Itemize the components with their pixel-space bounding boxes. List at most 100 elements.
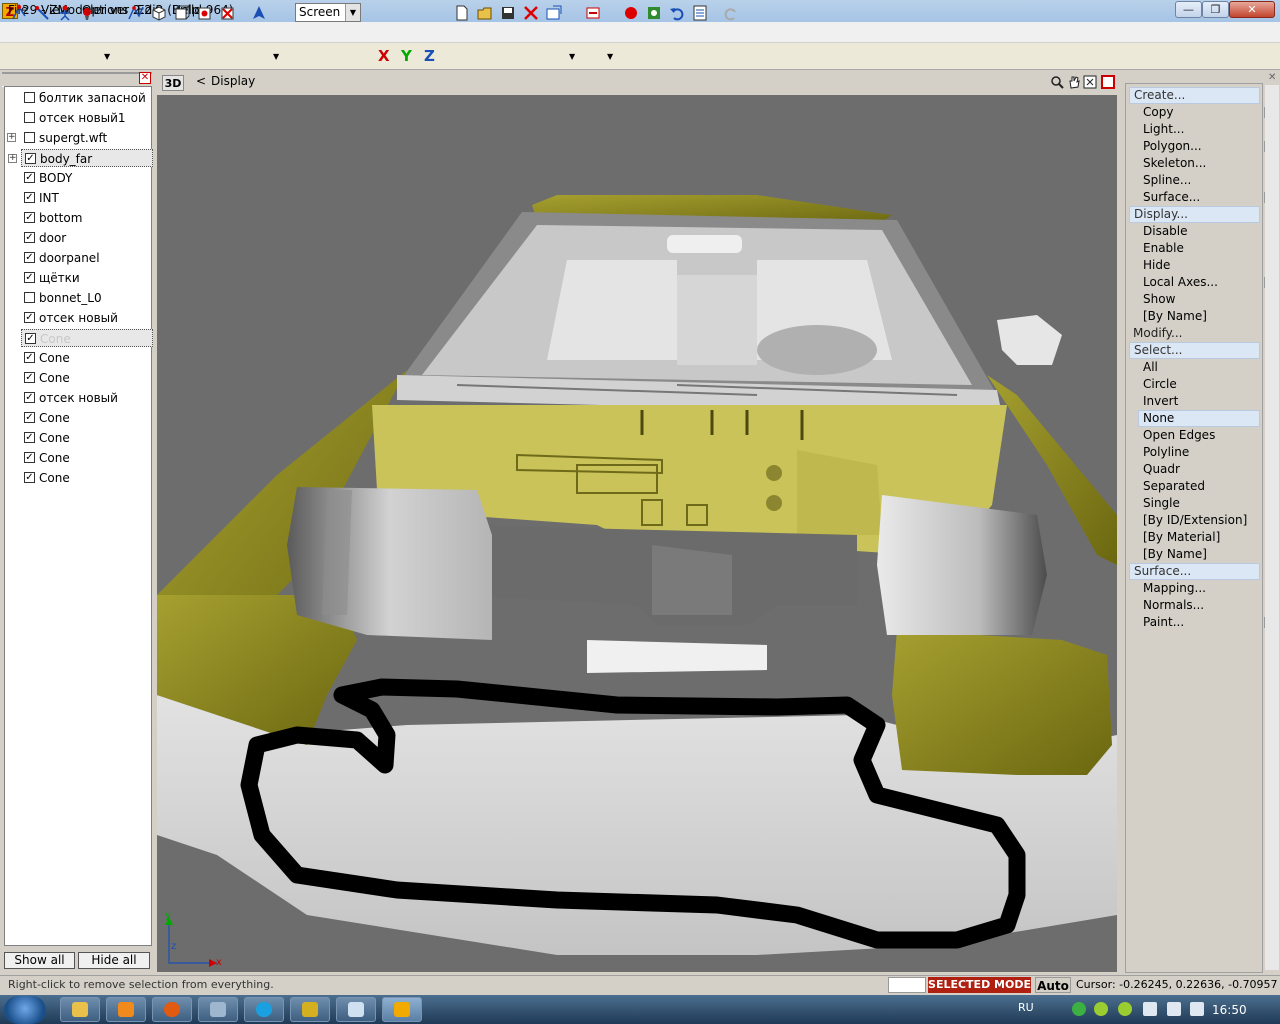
view-mode-button[interactable]: 3D xyxy=(162,75,184,91)
close-window-button[interactable]: ✕ xyxy=(1229,1,1275,18)
command-item[interactable]: Surface... xyxy=(1126,189,1279,206)
dropdown-arrow-icon[interactable]: ▼ xyxy=(607,52,613,61)
tree-item[interactable]: ✓ отсек новый xyxy=(5,389,151,407)
visibility-checkbox[interactable] xyxy=(24,112,35,123)
command-item[interactable]: All xyxy=(1126,359,1279,376)
redo-icon[interactable] xyxy=(722,4,740,22)
properties-icon[interactable] xyxy=(691,4,709,22)
tree-item[interactable]: ✓ door xyxy=(5,229,151,247)
undo-icon[interactable] xyxy=(668,4,686,22)
command-item[interactable]: Open Edges xyxy=(1126,427,1279,444)
command-item[interactable]: Disable xyxy=(1126,223,1279,240)
command-item[interactable]: Normals... xyxy=(1126,597,1279,614)
start-button[interactable] xyxy=(4,996,46,1024)
command-item-selected[interactable]: None xyxy=(1138,410,1260,427)
vertical-scrollbar[interactable] xyxy=(1265,85,1279,970)
tree-item[interactable]: bonnet_L0 xyxy=(5,289,151,307)
visibility-checkbox[interactable]: ✓ xyxy=(24,352,35,363)
visibility-checkbox[interactable]: ✓ xyxy=(24,312,35,323)
taskbar-app[interactable] xyxy=(198,997,238,1022)
command-item[interactable]: Single xyxy=(1126,495,1279,512)
visibility-checkbox[interactable]: ✓ xyxy=(24,432,35,443)
material-editor-icon[interactable] xyxy=(645,4,663,22)
command-group-surface[interactable]: Surface... xyxy=(1129,563,1260,580)
command-item[interactable]: Skeleton... xyxy=(1126,155,1279,172)
tree-item[interactable]: ✓ Cone xyxy=(5,469,151,487)
visibility-checkbox[interactable] xyxy=(24,292,35,303)
close-icon[interactable]: ✕ xyxy=(139,72,151,84)
auto-toggle[interactable]: Auto xyxy=(1035,977,1071,993)
tree-item[interactable]: ✓ BODY xyxy=(5,169,151,187)
taskbar-zmodeler[interactable] xyxy=(382,997,422,1022)
axis-y-toggle[interactable]: Y xyxy=(401,47,412,65)
axis-z-toggle[interactable]: Z xyxy=(424,47,435,65)
command-item[interactable]: Mapping... xyxy=(1126,580,1279,597)
delete-box-icon[interactable] xyxy=(219,4,237,22)
visibility-checkbox[interactable]: ✓ xyxy=(24,252,35,263)
command-group-display[interactable]: Display... xyxy=(1129,206,1260,223)
taskbar-explorer[interactable] xyxy=(60,997,100,1022)
dropdown-arrow-icon[interactable]: ▼ xyxy=(273,52,279,61)
hide-all-button[interactable]: Hide all xyxy=(78,952,150,969)
tree-item[interactable]: ✓ Cone xyxy=(5,409,151,427)
visibility-checkbox[interactable]: ✓ xyxy=(24,212,35,223)
dropdown-arrow-icon[interactable]: ▼ xyxy=(569,52,575,61)
command-item[interactable]: Enable xyxy=(1126,240,1279,257)
language-indicator[interactable]: RU xyxy=(1018,1001,1034,1014)
pan-hand-icon[interactable] xyxy=(1067,75,1081,89)
visibility-checkbox[interactable]: ✓ xyxy=(24,452,35,463)
import-icon[interactable] xyxy=(545,4,563,22)
tree-item[interactable]: ✓ отсек новый xyxy=(5,309,151,327)
command-item[interactable]: Quadr xyxy=(1126,461,1279,478)
command-item[interactable]: Invert xyxy=(1126,393,1279,410)
visibility-checkbox[interactable]: ✓ xyxy=(24,192,35,203)
tree-item[interactable]: ✓ doorpanel xyxy=(5,249,151,267)
command-item[interactable]: Circle xyxy=(1126,376,1279,393)
select-bone-icon[interactable] xyxy=(56,4,74,22)
command-item[interactable]: [By Name] xyxy=(1126,546,1279,563)
tree-item[interactable]: ✓ Cone xyxy=(21,329,153,347)
maximize-viewport-icon[interactable] xyxy=(1101,75,1115,89)
polyline-tool-icon[interactable] xyxy=(127,4,145,22)
command-item[interactable]: Separated xyxy=(1126,478,1279,495)
new-file-icon[interactable] xyxy=(453,4,471,22)
tree-item[interactable]: + supergt.wft xyxy=(5,129,151,147)
close-icon[interactable]: ✕ xyxy=(1268,72,1278,84)
show-all-button[interactable]: Show all xyxy=(4,952,75,969)
maximize-button[interactable]: ❐ xyxy=(1202,1,1229,18)
export-icon[interactable] xyxy=(584,4,602,22)
panel-grip[interactable] xyxy=(2,72,152,87)
clock[interactable]: 16:50 xyxy=(1212,1003,1247,1017)
command-group-create[interactable]: Create... xyxy=(1129,87,1260,104)
minimize-button[interactable]: — xyxy=(1175,1,1202,18)
visibility-checkbox[interactable] xyxy=(24,92,35,103)
tray-icon[interactable] xyxy=(1094,1002,1108,1016)
visibility-checkbox[interactable]: ✓ xyxy=(24,412,35,423)
visibility-checkbox[interactable]: ✓ xyxy=(24,232,35,243)
save-icon[interactable] xyxy=(499,4,517,22)
expand-icon[interactable]: + xyxy=(7,133,16,142)
command-item[interactable]: Polyline xyxy=(1126,444,1279,461)
tree-item[interactable]: + ✓ body_far xyxy=(8,149,153,167)
coordinate-space-select[interactable]: Screen ▼ xyxy=(295,3,361,22)
tree-item[interactable]: отсек новый1 xyxy=(5,109,151,127)
expand-icon[interactable]: + xyxy=(8,154,17,163)
power-icon[interactable] xyxy=(1190,1002,1204,1016)
taskbar-media-player[interactable] xyxy=(106,997,146,1022)
axis-x-toggle[interactable]: X xyxy=(378,47,390,65)
tree-item[interactable]: ✓ Cone xyxy=(5,349,151,367)
fit-view-icon[interactable] xyxy=(1083,75,1097,89)
command-item[interactable]: Light... xyxy=(1126,121,1279,138)
close-file-icon[interactable] xyxy=(522,4,540,22)
zoom-icon[interactable] xyxy=(1050,75,1064,89)
tree-item[interactable]: болтик запасной xyxy=(5,89,151,107)
object-tree[interactable]: болтик запасной отсек новый1 + supergt.wft +… xyxy=(4,86,153,946)
taskbar-app-2[interactable] xyxy=(290,997,330,1022)
tree-item[interactable]: ✓ Cone xyxy=(5,449,151,467)
command-item[interactable]: [By Material] xyxy=(1126,529,1279,546)
taskbar-firefox[interactable] xyxy=(152,997,192,1022)
tray-icon[interactable] xyxy=(1118,1002,1132,1016)
dropdown-arrow-icon[interactable]: ▼ xyxy=(104,52,110,61)
command-item[interactable]: Paint... xyxy=(1126,614,1279,631)
command-group-modify[interactable]: Modify... xyxy=(1126,325,1269,342)
